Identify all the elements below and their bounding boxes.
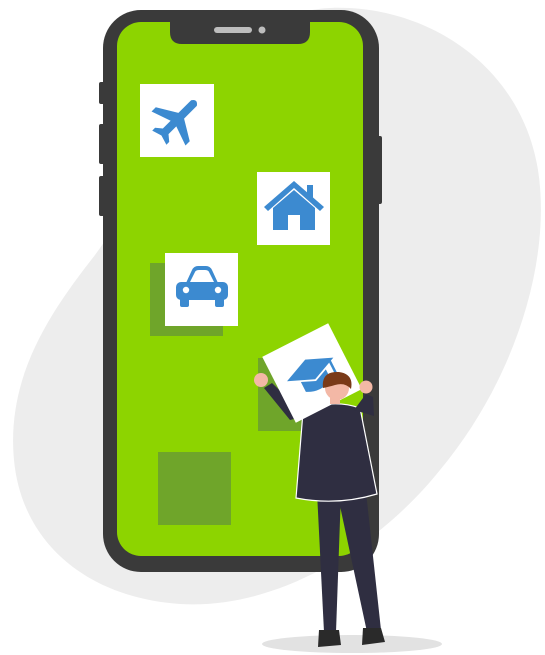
airplane-tile [140,84,214,157]
house-tile [257,172,330,245]
ground-shadow [262,635,442,653]
car-tile [165,253,238,326]
illustration-canvas [13,7,541,653]
placeholder-tile-bottom [158,452,231,525]
car-headlight-left [182,286,190,294]
front-camera [258,26,266,34]
car-headlight-right [214,286,222,294]
person-left-hand [254,373,268,387]
person-right-hand [359,380,373,394]
savings-goals-illustration [0,0,545,655]
speaker-grille [214,27,252,33]
